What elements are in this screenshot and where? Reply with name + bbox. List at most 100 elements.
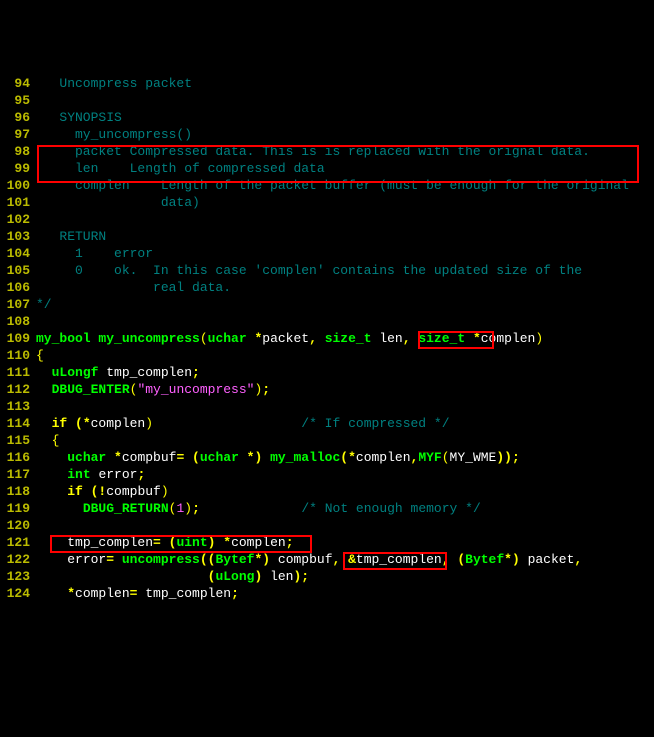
code-line: 100 complen Length of the packet buffer … — [0, 177, 654, 194]
code-lines: 94 Uncompress packet95 96 SYNOPSIS97 my_… — [0, 75, 654, 602]
code-line: 99 len Length of compressed data — [0, 160, 654, 177]
code-token: complen Length of the packet buffer (mus… — [36, 178, 629, 193]
code-token: 0 ok. In this case 'complen' contains th… — [36, 263, 582, 278]
line-content: if (*complen) /* If compressed */ — [36, 415, 450, 432]
code-token: complen — [75, 586, 130, 601]
line-number: 109 — [0, 330, 30, 347]
code-line: 122 error= uncompress((Bytef*) compbuf, … — [0, 551, 654, 568]
line-number: 115 — [0, 432, 30, 449]
code-token — [36, 433, 52, 448]
code-token: size_t — [325, 331, 380, 346]
code-token — [36, 314, 44, 329]
code-token: my_uncompress() — [36, 127, 192, 142]
code-line: 102 — [0, 211, 654, 228]
code-token: my_bool — [36, 331, 98, 346]
code-token: len — [270, 569, 293, 584]
code-token: ; — [137, 467, 145, 482]
code-token: , — [403, 331, 419, 346]
line-content: { — [36, 432, 59, 449]
code-token — [36, 467, 67, 482]
line-content: 0 ok. In this case 'complen' contains th… — [36, 262, 582, 279]
code-line: 95 — [0, 92, 654, 109]
line-content: uchar *compbuf= (uchar *) my_malloc(*com… — [36, 449, 520, 466]
line-number: 118 — [0, 483, 30, 500]
code-token — [200, 501, 301, 516]
line-content: packet Compressed data. This is is repla… — [36, 143, 590, 160]
code-token: packet Compressed data. This is is repla… — [36, 144, 590, 159]
line-content: data) — [36, 194, 200, 211]
code-line: 123 (uLong) len); — [0, 568, 654, 585]
code-token: tmp_complen — [356, 552, 442, 567]
code-token: *) — [504, 552, 527, 567]
code-token: MYF — [418, 450, 441, 465]
code-token — [36, 450, 67, 465]
line-content: Uncompress packet — [36, 75, 192, 92]
code-token: )); — [496, 450, 519, 465]
code-token — [36, 93, 44, 108]
line-number: 94 — [0, 75, 30, 92]
code-token: len — [379, 331, 402, 346]
code-token: ); — [293, 569, 309, 584]
code-token: Bytef — [215, 552, 254, 567]
code-token — [36, 416, 52, 431]
code-token: compbuf — [278, 552, 333, 567]
code-token — [36, 501, 83, 516]
code-token: ; — [262, 382, 270, 397]
code-token: ( — [200, 331, 208, 346]
code-token: , — [574, 552, 582, 567]
code-token: ( — [442, 450, 450, 465]
code-token: ; — [286, 535, 294, 550]
code-token: ) * — [208, 535, 231, 550]
line-number: 95 — [0, 92, 30, 109]
line-number: 106 — [0, 279, 30, 296]
code-token: Bytef — [465, 552, 504, 567]
code-token: ; — [231, 586, 239, 601]
code-line: 113 — [0, 398, 654, 415]
code-token: RETURN — [36, 229, 106, 244]
code-token: tmp_complen — [67, 535, 153, 550]
code-token: ) — [535, 331, 543, 346]
code-token: (* — [340, 450, 356, 465]
line-content: int error; — [36, 466, 145, 483]
code-token: MY_WME — [450, 450, 497, 465]
code-line: 104 1 error — [0, 245, 654, 262]
code-line: 118 if (!compbuf) — [0, 483, 654, 500]
code-token: complen — [481, 331, 536, 346]
code-token: uLong — [215, 569, 254, 584]
line-number: 108 — [0, 313, 30, 330]
line-content: (uLong) len); — [36, 568, 309, 585]
code-token: ; — [192, 501, 200, 516]
line-content: if (!compbuf) — [36, 483, 169, 500]
code-token: error — [67, 552, 106, 567]
code-token: complen — [91, 416, 146, 431]
code-token: compbuf — [106, 484, 161, 499]
code-line: 121 tmp_complen= (uint) *complen; — [0, 534, 654, 551]
code-token: ) — [254, 569, 270, 584]
code-token: if — [67, 484, 90, 499]
code-token: len Length of compressed data — [36, 161, 325, 176]
code-token: *) — [254, 552, 277, 567]
code-token — [36, 518, 44, 533]
code-line: 112 DBUG_ENTER("my_uncompress"); — [0, 381, 654, 398]
code-token — [36, 212, 44, 227]
line-number: 98 — [0, 143, 30, 160]
code-line: 110{ — [0, 347, 654, 364]
code-token: uchar — [208, 331, 255, 346]
code-token: data) — [36, 195, 200, 210]
code-token: */ — [36, 297, 52, 312]
code-token: complen — [231, 535, 286, 550]
line-number: 97 — [0, 126, 30, 143]
code-token: DBUG_ENTER — [52, 382, 130, 397]
line-number: 123 — [0, 568, 30, 585]
code-line: 111 uLongf tmp_complen; — [0, 364, 654, 381]
code-token: size_t — [418, 331, 473, 346]
code-token: my_malloc — [270, 450, 340, 465]
code-token: ) — [145, 416, 153, 431]
code-editor[interactable]: 94 Uncompress packet95 96 SYNOPSIS97 my_… — [0, 45, 654, 677]
line-number: 103 — [0, 228, 30, 245]
line-content — [36, 517, 44, 534]
code-line: 109my_bool my_uncompress(uchar *packet, … — [0, 330, 654, 347]
code-token — [36, 365, 52, 380]
code-token — [36, 399, 44, 414]
code-token: DBUG_RETURN — [83, 501, 169, 516]
